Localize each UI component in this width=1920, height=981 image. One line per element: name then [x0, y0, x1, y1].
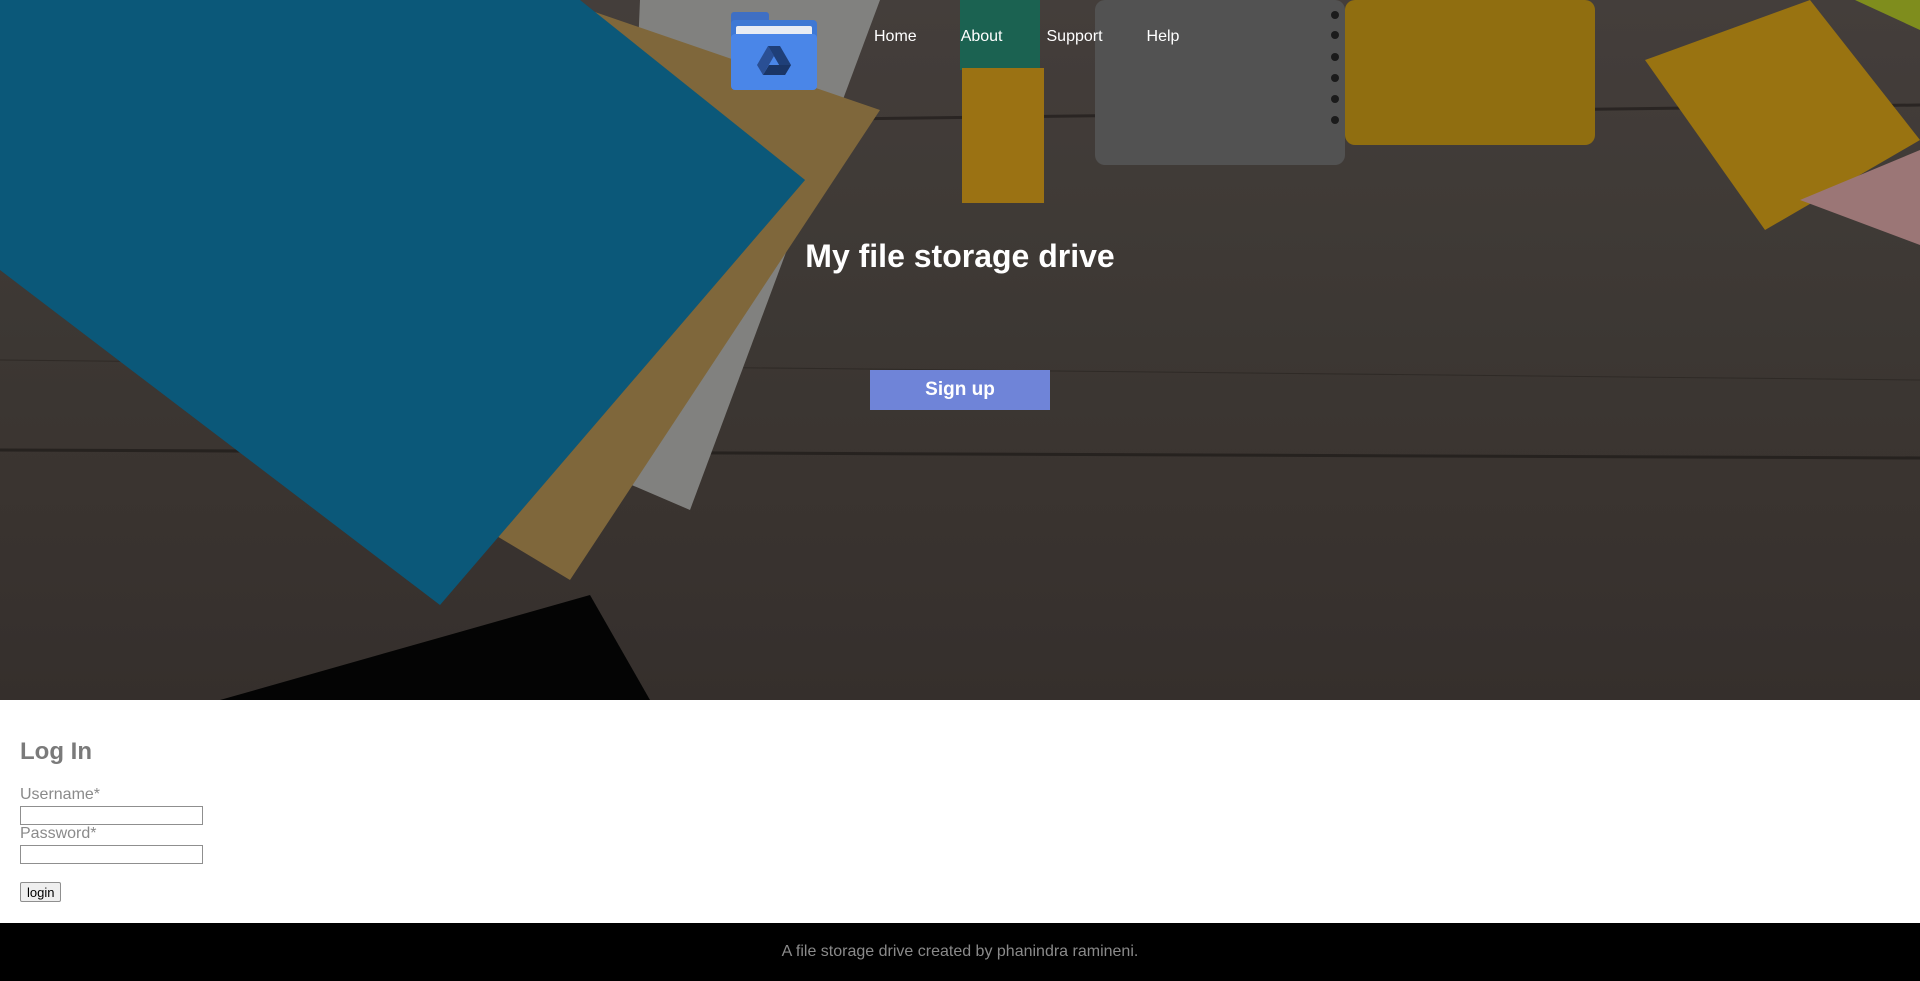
password-label: Password* [20, 825, 97, 842]
nav-links: Home About Support Help [874, 28, 1223, 46]
nav-link-home[interactable]: Home [874, 28, 917, 46]
nav-link-help[interactable]: Help [1147, 28, 1180, 46]
username-label: Username* [20, 786, 101, 803]
login-title: Log In [20, 738, 92, 765]
hero-title: My file storage drive [805, 238, 1115, 274]
footer-text: A file storage drive created by phanindr… [781, 943, 1139, 960]
login-form: Log In Username* Password* login [0, 700, 1920, 923]
username-field[interactable] [20, 806, 203, 825]
top-navigation: Home About Support Help [0, 0, 1920, 100]
hero-section: Home About Support Help My file storage … [0, 0, 1920, 700]
signup-button[interactable]: Sign up [870, 370, 1050, 410]
login-button[interactable]: login [20, 882, 62, 902]
drive-folder-icon[interactable] [730, 10, 818, 90]
nav-link-support[interactable]: Support [1047, 28, 1103, 46]
password-field[interactable] [20, 845, 203, 864]
footer: A file storage drive created by phanindr… [0, 923, 1920, 981]
nav-link-about[interactable]: About [961, 28, 1003, 46]
